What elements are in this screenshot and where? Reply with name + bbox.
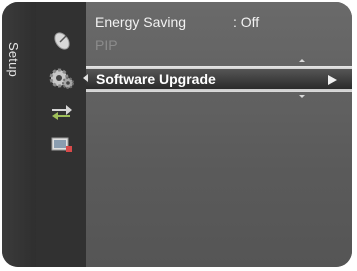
screen: Setup Energy Saving: Off PIP Software U…	[0, 0, 357, 271]
menu-content: Energy Saving : Off PIP Software Upgrade	[86, 2, 352, 267]
category-icon-column	[36, 2, 86, 267]
menu-item-value: : Off	[233, 14, 260, 30]
play-arrow-icon	[328, 75, 337, 85]
menu-title: Setup	[6, 42, 21, 77]
tv-input-icon[interactable]	[46, 132, 76, 156]
gear-icon[interactable]	[46, 66, 76, 90]
menu-item-energy-saving[interactable]: Energy Saving : Off	[86, 12, 352, 32]
satellite-dish-icon[interactable]	[46, 29, 76, 53]
menu-item-label: PIP	[95, 37, 118, 53]
scroll-down-icon	[299, 95, 305, 98]
menu-item-label: Energy Saving	[95, 14, 187, 30]
tv-menu-window: Setup Energy Saving: Off PIP Software U…	[2, 2, 352, 267]
menu-sidebar: Setup	[2, 2, 36, 267]
selection-pointer-icon	[83, 74, 88, 82]
scroll-up-icon	[299, 59, 305, 62]
menu-item-label: Software Upgrade	[96, 71, 216, 87]
menu-item-pip: PIP	[86, 35, 352, 55]
menu-item-software-upgrade[interactable]: Software Upgrade	[86, 66, 352, 92]
arrows-icon[interactable]	[46, 100, 76, 124]
